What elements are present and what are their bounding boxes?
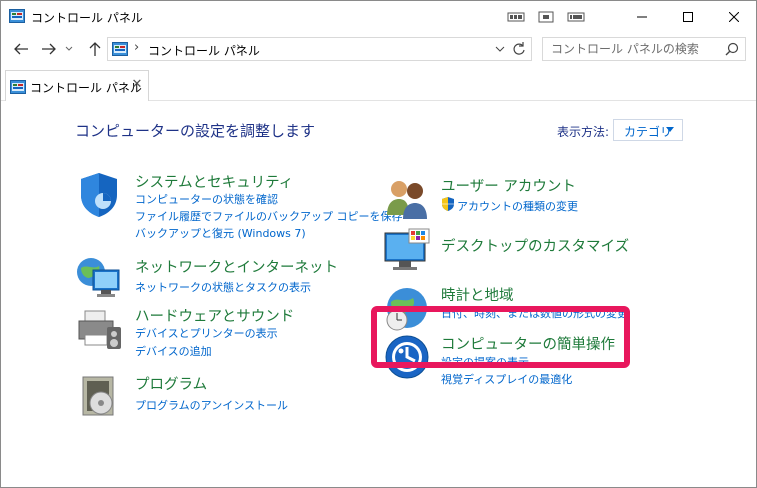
refresh-icon[interactable] xyxy=(511,41,527,57)
snapshot-icon[interactable] xyxy=(537,10,555,24)
users-icon[interactable] xyxy=(383,175,431,223)
control-panel-icon xyxy=(10,80,26,94)
chevron-down-icon xyxy=(65,46,73,51)
up-button[interactable] xyxy=(85,39,105,59)
shield-icon[interactable] xyxy=(75,171,123,219)
maximize-button[interactable] xyxy=(665,1,711,32)
category-link[interactable]: プログラムのアンインストール xyxy=(135,397,288,413)
control-panel-icon xyxy=(112,42,128,56)
category-link[interactable]: デバイスとプリンターの表示 xyxy=(135,325,278,341)
network-globe-icon[interactable] xyxy=(75,256,123,304)
layout-icon[interactable] xyxy=(507,10,525,24)
back-arrow-icon xyxy=(14,43,28,55)
address-bar[interactable]: › コントロール パネル › xyxy=(107,37,532,61)
tab-label: コントロール パネル xyxy=(30,81,142,95)
navigation-bar: › コントロール パネル › xyxy=(1,33,756,65)
category-title[interactable]: プログラム xyxy=(135,373,207,394)
programs-disc-icon[interactable] xyxy=(75,373,123,421)
chevron-right-icon[interactable]: › xyxy=(134,40,139,55)
category-link[interactable]: ファイル履歴でファイルのバックアップ コピーを保存 xyxy=(135,208,403,224)
up-arrow-icon xyxy=(89,42,101,56)
category-link[interactable]: ネットワークの状態とタスクの表示 xyxy=(135,279,311,295)
view-by-dropdown[interactable]: カテゴリ xyxy=(613,119,683,141)
search-box[interactable] xyxy=(542,37,746,61)
tab-strip: コントロール パネル ✕ xyxy=(1,67,756,101)
category-link[interactable]: デバイスの追加 xyxy=(135,343,212,359)
caret-down-icon xyxy=(666,127,674,132)
breadcrumb-root[interactable]: コントロール パネル xyxy=(148,42,260,59)
category-link[interactable]: バックアップと復元 (Windows 7) xyxy=(135,225,306,241)
category-title[interactable]: システムとセキュリティ xyxy=(135,171,293,192)
forward-arrow-icon xyxy=(42,43,56,55)
control-panel-window: コントロール パネル › コントロール パネル › コントロール パネルの検索 … xyxy=(0,0,757,488)
chevron-right-icon[interactable]: › xyxy=(236,40,241,55)
category-title[interactable]: ネットワークとインターネット xyxy=(135,256,338,277)
minimize-button[interactable] xyxy=(619,1,665,32)
printer-icon[interactable] xyxy=(75,305,123,353)
close-icon xyxy=(729,11,739,22)
view-by-label: 表示方法: xyxy=(557,125,610,139)
recent-locations-button[interactable] xyxy=(63,39,75,59)
forward-button[interactable] xyxy=(39,39,59,59)
tab-close-icon[interactable]: ✕ xyxy=(130,78,144,92)
monitor-icon[interactable] xyxy=(383,227,431,275)
window-title: コントロール パネル xyxy=(31,11,143,25)
uac-shield-icon xyxy=(442,197,454,211)
control-panel-icon xyxy=(9,9,25,23)
search-icon[interactable] xyxy=(725,42,739,56)
category-title[interactable]: 時計と地域 xyxy=(441,284,514,305)
tab-control-panel[interactable]: コントロール パネル ✕ xyxy=(5,70,149,101)
page-title: コンピューターの設定を調整します xyxy=(75,122,316,140)
tile-icon[interactable] xyxy=(567,10,585,24)
category-link[interactable]: 視覚ディスプレイの最適化 xyxy=(441,371,572,387)
highlight-box xyxy=(371,306,630,368)
minimize-icon xyxy=(637,16,647,17)
back-button[interactable] xyxy=(11,39,31,59)
maximize-icon xyxy=(683,11,693,22)
category-title[interactable]: デスクトップのカスタマイズ xyxy=(441,235,629,256)
view-by-value: カテゴリ xyxy=(624,125,673,139)
category-link[interactable]: コンピューターの状態を確認 xyxy=(135,191,278,207)
category-title[interactable]: ユーザー アカウント xyxy=(441,175,576,196)
category-title[interactable]: ハードウェアとサウンド xyxy=(135,305,294,326)
close-button[interactable] xyxy=(711,1,756,32)
search-input[interactable] xyxy=(551,41,711,57)
category-link[interactable]: アカウントの種類の変更 xyxy=(457,198,578,214)
address-dropdown-icon[interactable] xyxy=(493,42,507,56)
title-bar[interactable]: コントロール パネル xyxy=(1,1,756,33)
